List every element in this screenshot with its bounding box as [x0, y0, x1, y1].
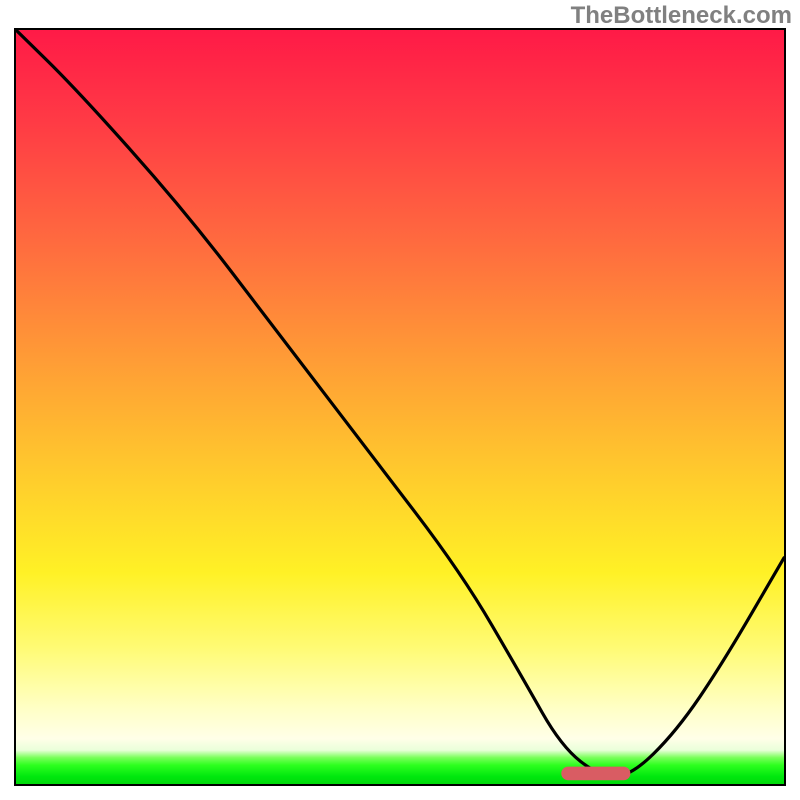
bottleneck-curve [16, 30, 784, 776]
chart-overlay [16, 30, 784, 784]
watermark-text: TheBottleneck.com [571, 2, 792, 30]
chart-area [14, 28, 786, 786]
optimum-marker [561, 767, 630, 781]
